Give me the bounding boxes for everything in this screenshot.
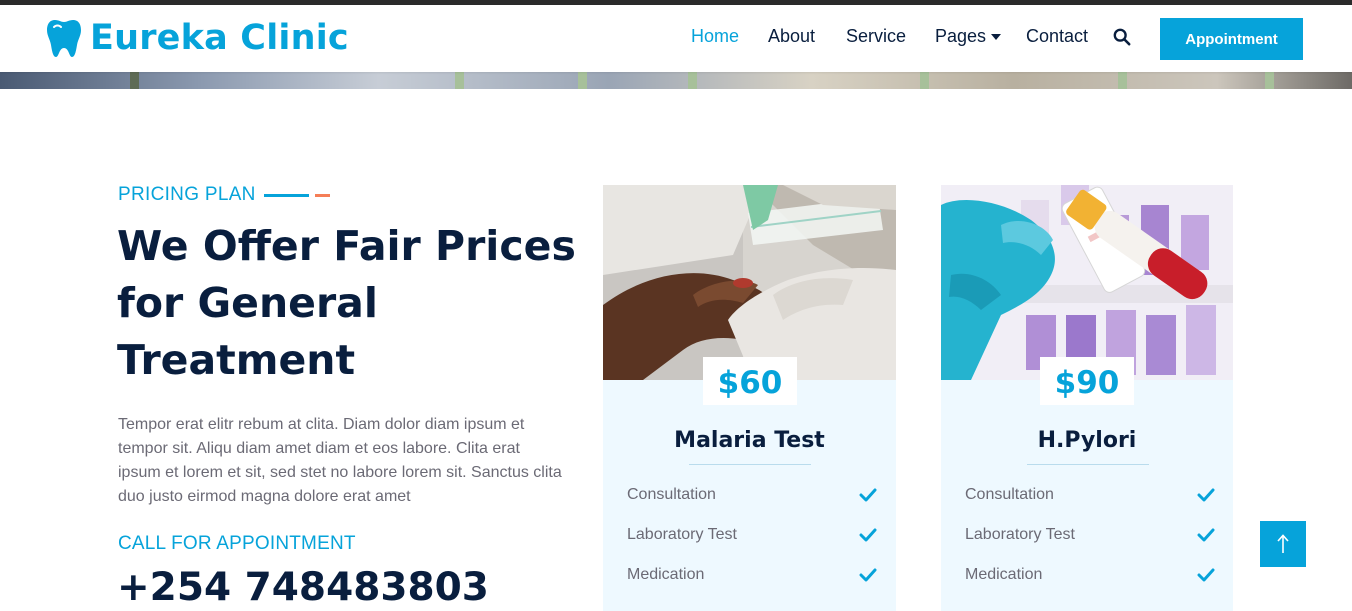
call-label: CALL FOR APPOINTMENT xyxy=(118,533,356,554)
feature-label: Laboratory Test xyxy=(627,526,737,543)
phone-number: +254 748483803 xyxy=(117,565,489,610)
feature-label: Consultation xyxy=(627,486,716,503)
nav-pages-label: Pages xyxy=(935,26,987,46)
section-subtitle-text: PRICING PLAN xyxy=(118,184,256,205)
h-pylori-test-photo xyxy=(941,185,1233,380)
subtitle-accent-dash xyxy=(314,193,330,197)
feature-row: Consultation xyxy=(627,483,877,507)
subtitle-line xyxy=(263,193,309,197)
plan-name: H.Pylori xyxy=(1037,428,1137,453)
feature-label: Medication xyxy=(965,566,1043,583)
card-divider xyxy=(689,464,811,465)
check-icon xyxy=(859,528,877,542)
check-icon xyxy=(1197,568,1215,582)
check-icon xyxy=(859,488,877,502)
price-tag: $60 xyxy=(703,357,797,405)
caret-down-icon xyxy=(991,33,1002,40)
hero-image-strip xyxy=(0,72,1352,89)
price-tag: $90 xyxy=(1040,357,1134,405)
check-icon xyxy=(1197,488,1215,502)
feature-label: Medication xyxy=(627,566,705,583)
malaria-test-photo xyxy=(603,185,896,380)
price-card-malaria: $60 Malaria Test Consultation Laboratory… xyxy=(603,185,896,611)
appointment-button[interactable]: Appointment xyxy=(1160,18,1303,60)
back-to-top-button[interactable] xyxy=(1260,521,1306,567)
search-button[interactable] xyxy=(1113,28,1133,48)
nav-service[interactable]: Service xyxy=(846,26,906,47)
feature-label: Laboratory Test xyxy=(965,526,1075,543)
section-title: We Offer Fair Prices for General Treatme… xyxy=(117,222,576,384)
section-subtitle: PRICING PLAN xyxy=(118,184,330,206)
search-icon xyxy=(1113,28,1131,46)
nav-home[interactable]: Home xyxy=(691,26,739,47)
nav-about[interactable]: About xyxy=(768,26,815,47)
feature-row: Consultation xyxy=(965,483,1215,507)
check-icon xyxy=(859,568,877,582)
card-divider xyxy=(1027,464,1149,465)
nav-menu: Home About Service Pages Contact Appoint… xyxy=(0,5,1352,72)
feature-label: Consultation xyxy=(965,486,1054,503)
nav-pages-dropdown[interactable]: Pages xyxy=(935,26,1002,47)
check-icon xyxy=(1197,528,1215,542)
plan-name: Malaria Test xyxy=(674,428,825,453)
navbar: Eureka Clinic Home About Service Pages C… xyxy=(0,5,1352,72)
feature-row: Medication xyxy=(965,563,1215,587)
feature-row: Medication xyxy=(627,563,877,587)
nav-contact[interactable]: Contact xyxy=(1026,26,1088,47)
feature-row: Laboratory Test xyxy=(965,523,1215,547)
price-card-h-pylori: $90 H.Pylori Consultation Laboratory Tes… xyxy=(941,185,1233,611)
feature-row: Laboratory Test xyxy=(627,523,877,547)
arrow-up-icon xyxy=(1277,534,1289,553)
section-description: Tempor erat elitr rebum at clita. Diam d… xyxy=(118,416,562,505)
